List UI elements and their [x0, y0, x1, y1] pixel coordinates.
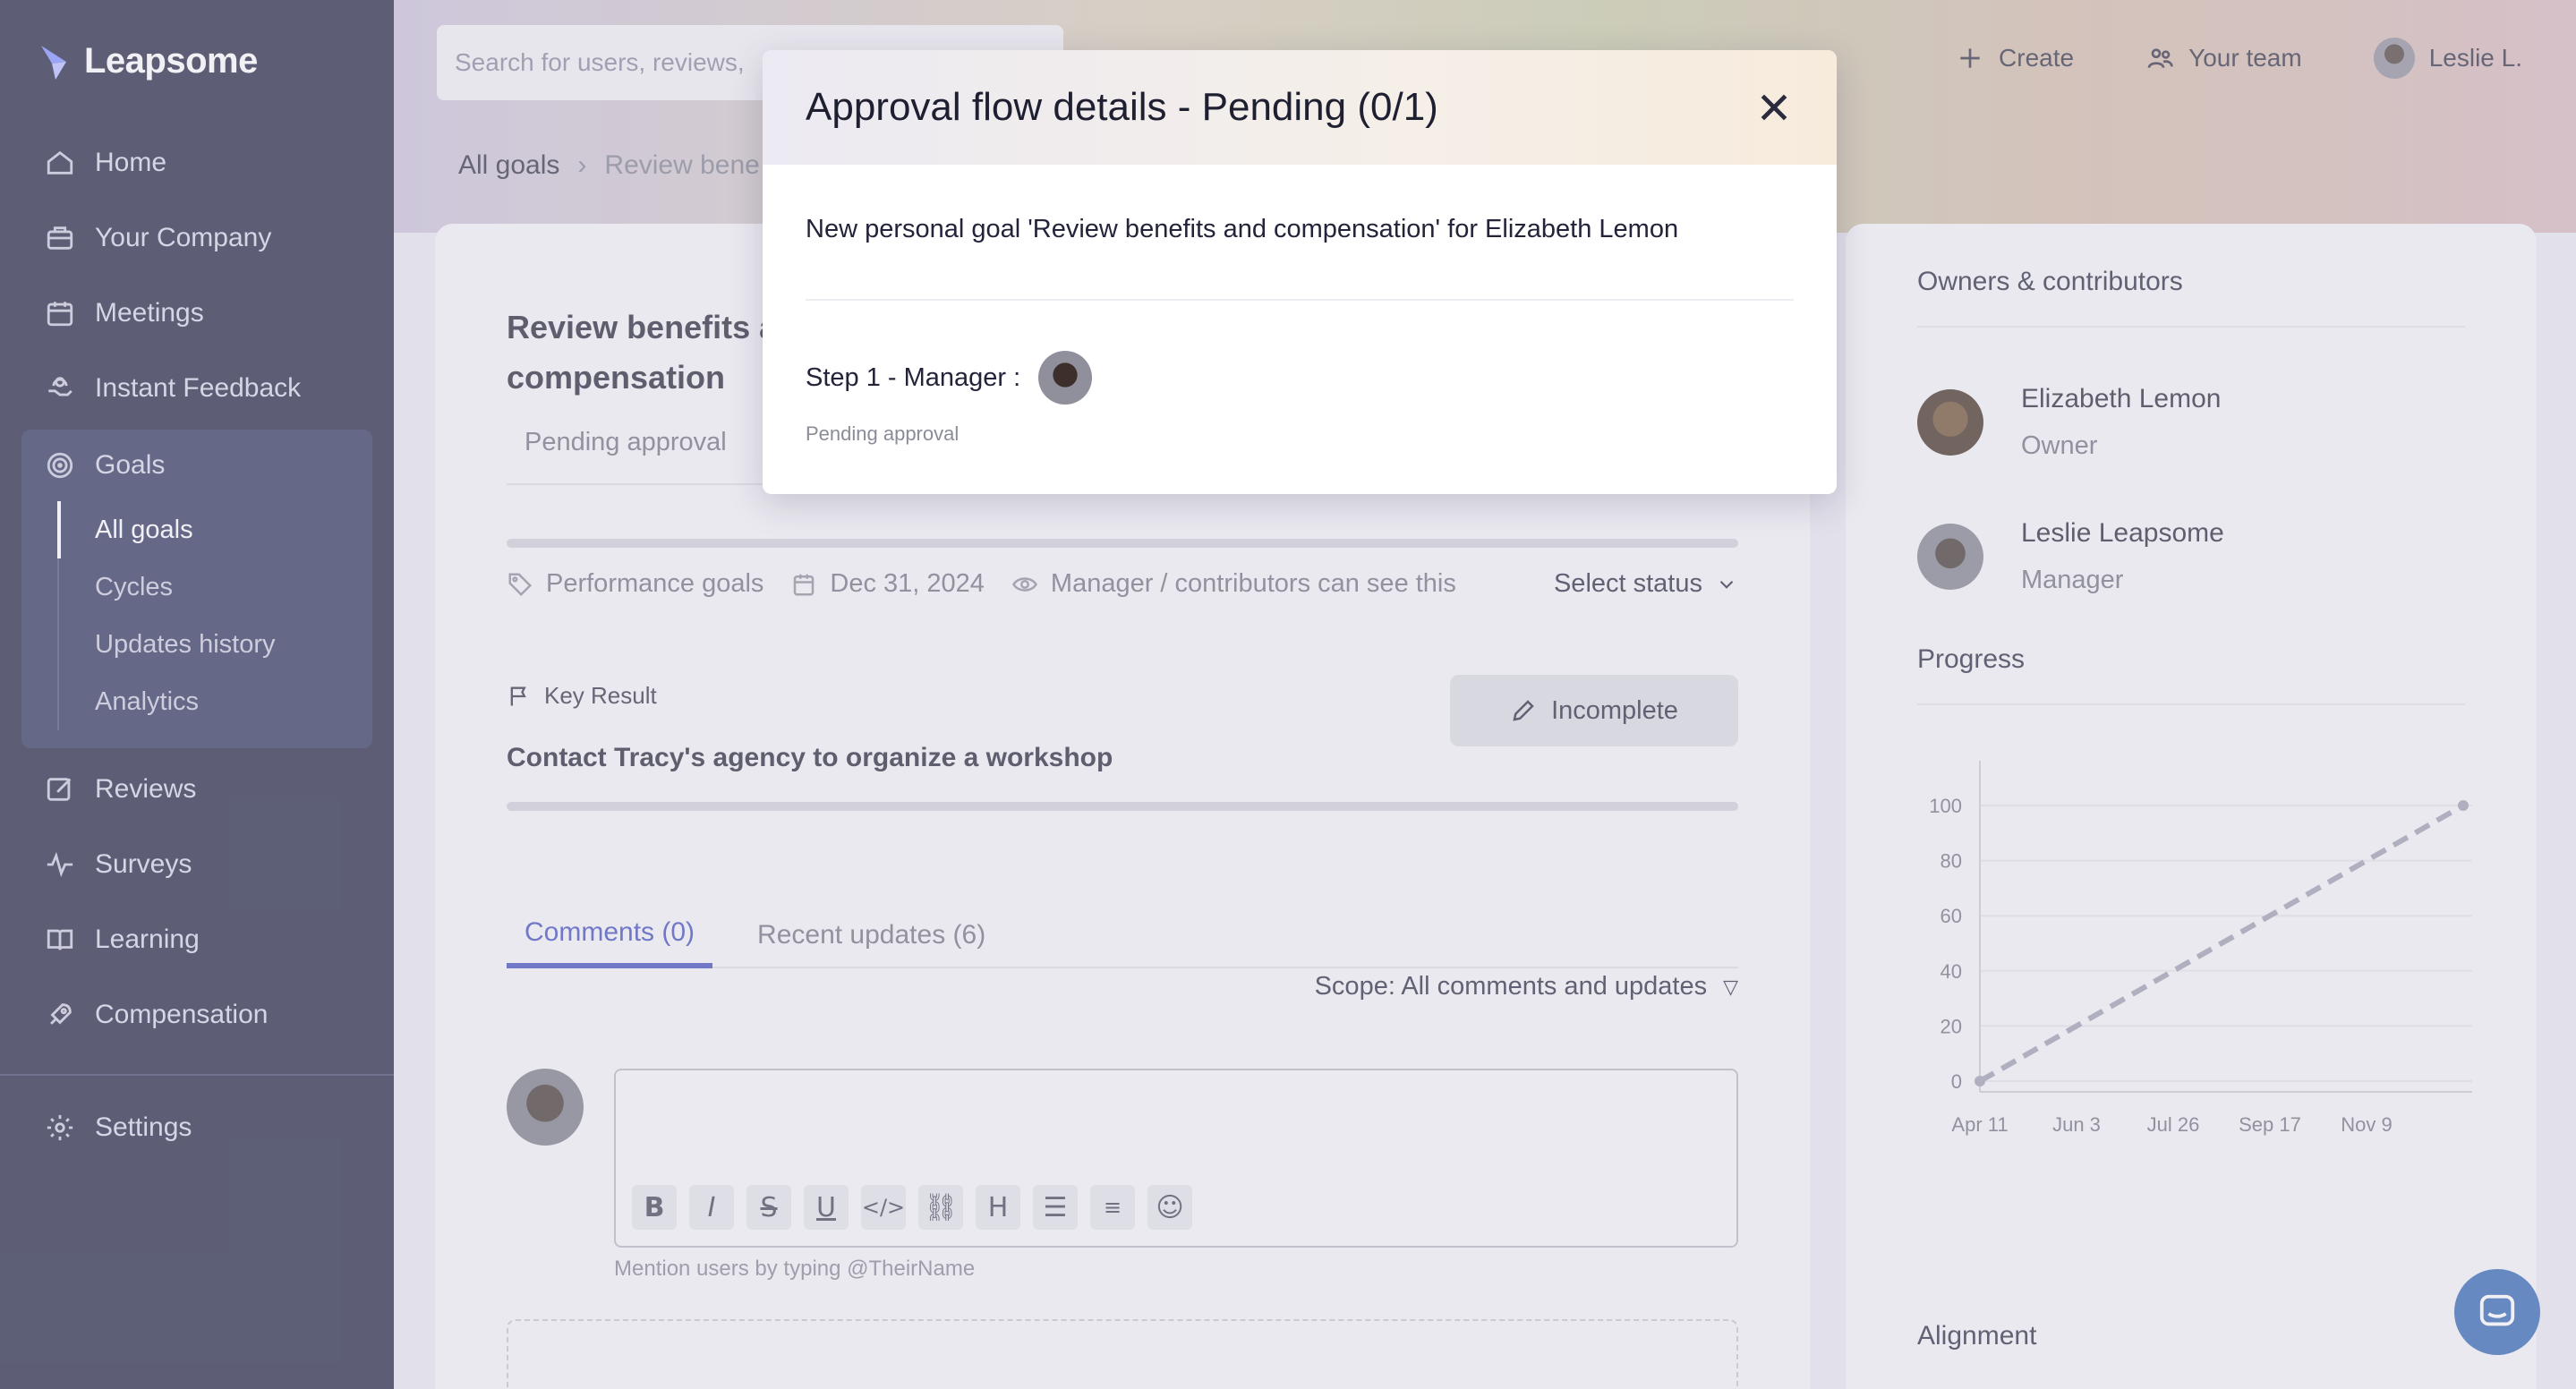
- modal-description: New personal goal 'Review benefits and c…: [806, 215, 1679, 243]
- step-status: Pending approval: [806, 422, 960, 445]
- close-icon: [1761, 94, 1787, 121]
- step-label: Step 1 - Manager :: [806, 362, 1021, 392]
- close-button[interactable]: [1747, 81, 1801, 134]
- modal-header: Approval flow details - Pending (0/1): [763, 50, 1837, 165]
- approval-flow-modal: Approval flow details - Pending (0/1) Ne…: [763, 50, 1837, 494]
- modal-divider: [806, 299, 1794, 301]
- approver-avatar[interactable]: [1038, 351, 1093, 405]
- modal-title: Approval flow details - Pending (0/1): [806, 85, 1438, 129]
- approval-step: Step 1 - Manager :: [806, 351, 1093, 405]
